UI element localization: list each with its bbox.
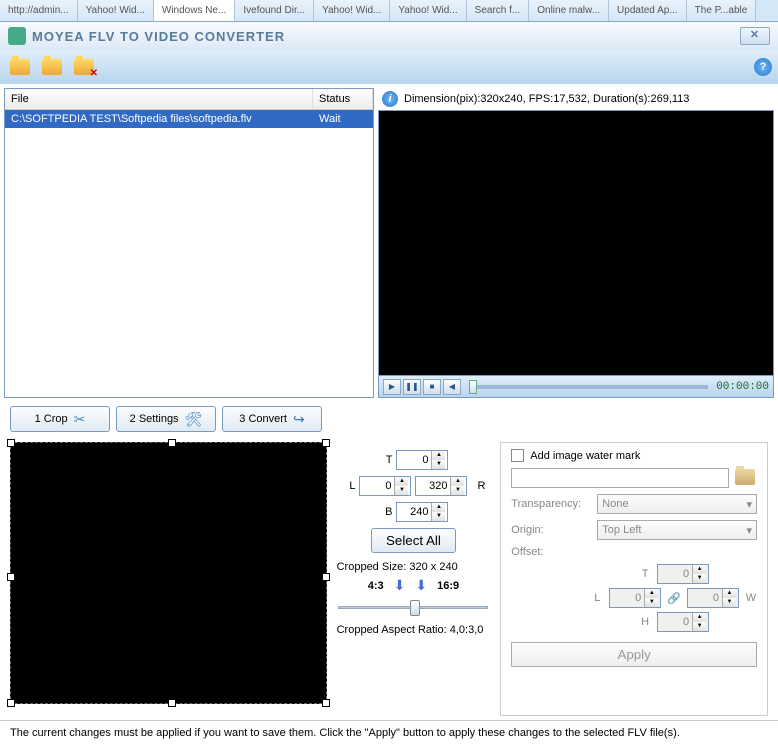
crop-left-input[interactable]: ▲▼ xyxy=(359,476,411,496)
play-button[interactable]: ▶ xyxy=(383,379,401,395)
file-list-panel: File Status C:\SOFTPEDIA TEST\Softpedia … xyxy=(4,88,374,398)
time-display: 00:00:00 xyxy=(716,381,769,393)
offset-height-input: ▲▼ xyxy=(657,612,709,632)
crop-top-input[interactable]: ▲▼ xyxy=(396,450,448,470)
offset-width-input: ▲▼ xyxy=(687,588,739,608)
help-button[interactable]: ? xyxy=(754,58,772,76)
stop-button[interactable]: ■ xyxy=(423,379,441,395)
settings-step-button[interactable]: 2 Settings🛠 xyxy=(116,406,216,432)
tools-icon: 🛠 xyxy=(185,411,203,428)
close-button[interactable]: ✕ xyxy=(740,27,770,45)
tab[interactable]: Yahoo! Wid... xyxy=(314,0,390,21)
info-icon: i xyxy=(382,91,398,107)
tab[interactable]: Search f... xyxy=(467,0,530,21)
footer-message: The current changes must be applied if y… xyxy=(0,720,778,745)
column-status[interactable]: Status xyxy=(313,89,373,109)
prev-button[interactable]: ◀ xyxy=(443,379,461,395)
playbar: ▶ ❚❚ ■ ◀ 00:00:00 xyxy=(378,376,774,398)
crop-preview[interactable] xyxy=(10,442,327,704)
tab[interactable]: Ivefound Dir... xyxy=(235,0,314,21)
video-preview xyxy=(378,110,774,376)
watermark-label: Add image water mark xyxy=(530,450,640,462)
tab[interactable]: Online malw... xyxy=(529,0,609,21)
preview-panel: i Dimension(pix):320x240, FPS:17,532, Du… xyxy=(378,88,774,398)
arrow-icon: ↪ xyxy=(293,411,305,428)
arrow-down-icon: ⬇ xyxy=(394,577,406,594)
aspect-slider[interactable] xyxy=(338,598,488,616)
browser-tabs: http://admin... Yahoo! Wid... Windows Ne… xyxy=(0,0,778,22)
tab[interactable]: Updated Ap... xyxy=(609,0,687,21)
pause-button[interactable]: ❚❚ xyxy=(403,379,421,395)
offset-left-input: ▲▼ xyxy=(609,588,661,608)
tab[interactable]: Yahoo! Wid... xyxy=(390,0,466,21)
seek-slider[interactable] xyxy=(469,385,708,389)
crop-step-button[interactable]: 1 Crop✂ xyxy=(10,406,110,432)
watermark-panel: Add image water mark Transparency: None▾… xyxy=(500,442,768,716)
open-folder-button[interactable] xyxy=(6,55,34,79)
link-icon: 🔗 xyxy=(667,592,681,605)
info-bar: i Dimension(pix):320x240, FPS:17,532, Du… xyxy=(378,88,774,110)
convert-step-button[interactable]: 3 Convert↪ xyxy=(222,406,322,432)
select-all-button[interactable]: Select All xyxy=(371,528,456,553)
crop-right-input[interactable]: ▲▼ xyxy=(415,476,467,496)
watermark-path-input[interactable] xyxy=(511,468,729,488)
remove-button[interactable] xyxy=(70,55,98,79)
tab[interactable]: Windows Ne... xyxy=(154,0,235,21)
arrow-down-icon: ⬇ xyxy=(415,577,427,594)
column-file[interactable]: File xyxy=(5,89,313,109)
origin-select[interactable]: Top Left▾ xyxy=(597,520,757,540)
tab[interactable]: http://admin... xyxy=(0,0,78,21)
toolbar: ? xyxy=(0,50,778,84)
crop-controls: T ▲▼ L ▲▼ ▲▼ R B ▲▼ Select All Cropped S… xyxy=(337,442,491,716)
app-icon xyxy=(8,27,26,45)
crop-bottom-input[interactable]: ▲▼ xyxy=(396,502,448,522)
app-title: MOYEA FLV TO VIDEO CONVERTER xyxy=(32,29,285,44)
file-row[interactable]: C:\SOFTPEDIA TEST\Softpedia files\softpe… xyxy=(5,110,373,128)
browse-button[interactable] xyxy=(735,469,757,487)
tab[interactable]: The P...able xyxy=(687,0,757,21)
aspect-ratio-label: Cropped Aspect Ratio: 4,0:3,0 xyxy=(337,624,491,636)
offset-top-input: ▲▼ xyxy=(657,564,709,584)
tab[interactable]: Yahoo! Wid... xyxy=(78,0,154,21)
scissors-icon: ✂ xyxy=(74,411,86,428)
watermark-checkbox[interactable] xyxy=(511,449,524,462)
transparency-select[interactable]: None▾ xyxy=(597,494,757,514)
add-folder-button[interactable] xyxy=(38,55,66,79)
cropped-size-label: Cropped Size: 320 x 240 xyxy=(337,561,491,573)
title-bar: MOYEA FLV TO VIDEO CONVERTER ✕ xyxy=(0,22,778,50)
apply-button[interactable]: Apply xyxy=(511,642,757,667)
